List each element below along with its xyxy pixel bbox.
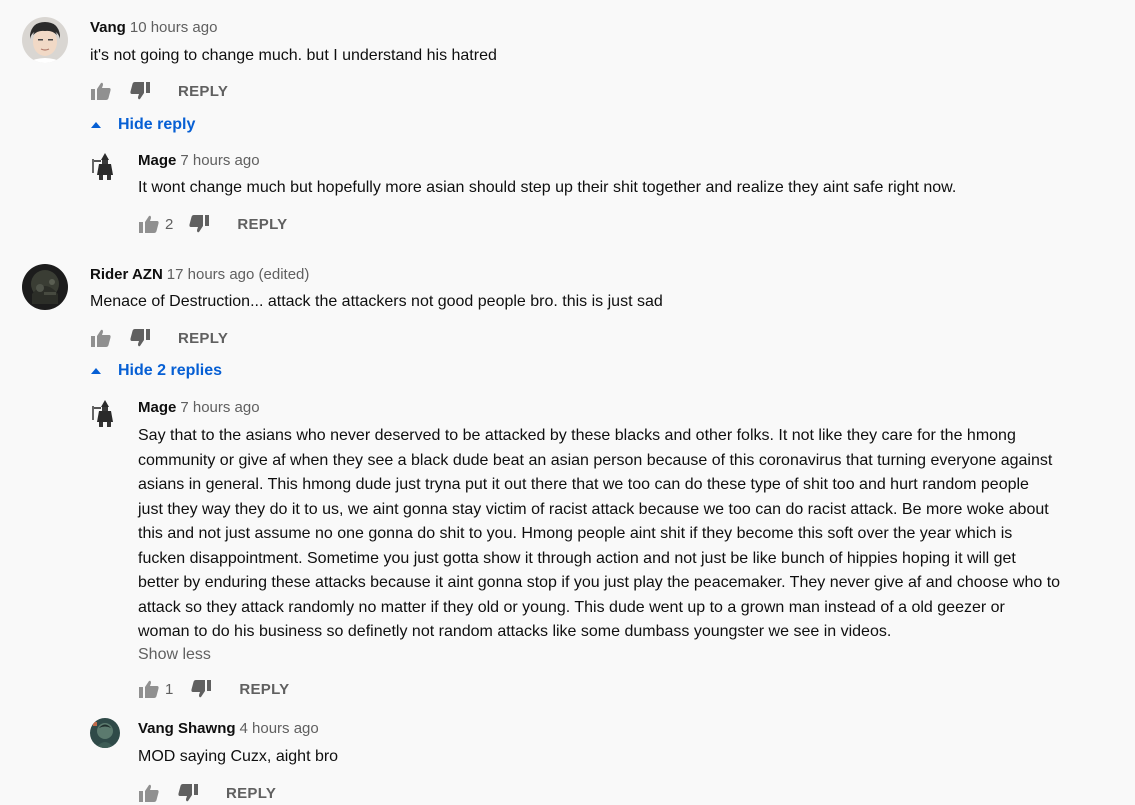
avatar[interactable] xyxy=(90,151,120,181)
show-less-link[interactable]: Show less xyxy=(138,646,211,664)
hide-replies-button[interactable]: Hide 2 replies xyxy=(88,362,222,380)
comment-text: It wont change much but hopefully more a… xyxy=(138,179,957,196)
comment-text: Say that to the asians who never deserve… xyxy=(138,424,1128,645)
comment-text-line: better by enduring these attacks because… xyxy=(138,574,1061,591)
comment-header: Mage 7 hours ago xyxy=(138,152,260,169)
comment-actions: 1 REPLY xyxy=(137,677,289,701)
like-icon[interactable] xyxy=(89,79,113,103)
dislike-icon[interactable] xyxy=(189,677,213,701)
like-icon[interactable] xyxy=(137,212,161,236)
like-icon[interactable] xyxy=(89,326,113,350)
dislike-icon[interactable] xyxy=(187,212,211,236)
dislike-icon[interactable] xyxy=(128,79,152,103)
comment-actions: REPLY xyxy=(89,79,228,103)
like-icon[interactable] xyxy=(137,781,161,805)
comment-thread: Vang 10 hours ago it's not going to chang… xyxy=(0,0,1135,802)
comment-text-line: community or give af when they see a bla… xyxy=(138,451,1053,469)
comment-timestamp[interactable]: 4 hours ago xyxy=(240,720,319,737)
comment-text-line: asians in general. This hmong dude just … xyxy=(138,476,1029,493)
hide-replies-button[interactable]: Hide reply xyxy=(88,116,195,134)
avatar[interactable] xyxy=(90,718,120,748)
comment-timestamp[interactable]: 17 hours ago (edited) xyxy=(167,266,310,283)
avatar[interactable] xyxy=(90,398,120,428)
like-count: 1 xyxy=(165,680,174,698)
comment-text-line: this and not just assume no one gonna do… xyxy=(138,525,1013,542)
reply-button[interactable]: REPLY xyxy=(239,681,289,698)
comment-text: Menace of Destruction... attack the atta… xyxy=(90,293,663,310)
avatar[interactable] xyxy=(22,264,68,310)
reply-button[interactable]: REPLY xyxy=(226,785,276,802)
author-name[interactable]: Rider AZN xyxy=(90,266,163,283)
caret-up-icon xyxy=(91,368,101,374)
comment-text: it's not going to change much. but I und… xyxy=(90,47,497,64)
toggle-label: Hide 2 replies xyxy=(118,362,223,379)
comment-text-line: Say that to the asians who never deserve… xyxy=(138,427,1016,444)
comment-header: Vang 10 hours ago xyxy=(90,19,217,36)
author-name[interactable]: Vang xyxy=(90,19,126,36)
reply-button[interactable]: REPLY xyxy=(237,216,287,233)
author-name[interactable]: Mage xyxy=(138,152,176,169)
comment-timestamp[interactable]: 10 hours ago xyxy=(130,19,218,36)
comment-actions: REPLY xyxy=(137,781,276,805)
comment-text-line: just they way they do it to us, we aint … xyxy=(138,500,1049,518)
comment-actions: 2 REPLY xyxy=(137,212,287,236)
author-name[interactable]: Vang Shawng xyxy=(138,720,236,737)
author-name[interactable]: Mage xyxy=(138,399,176,416)
reply-button[interactable]: REPLY xyxy=(178,330,228,347)
comment-header: Mage 7 hours ago xyxy=(138,399,260,416)
reply-button[interactable]: REPLY xyxy=(178,83,228,100)
comment-text: MOD saying Cuzx, aight bro xyxy=(138,748,339,765)
comment-timestamp[interactable]: 7 hours ago xyxy=(180,152,259,169)
toggle-label: Hide reply xyxy=(118,116,196,133)
comment-actions: REPLY xyxy=(89,326,228,350)
avatar[interactable] xyxy=(22,17,68,63)
comment-text-line: attack so they attack randomly no matter… xyxy=(138,598,1005,616)
comment-header: Rider AZN 17 hours ago (edited) xyxy=(90,266,309,283)
dislike-icon[interactable] xyxy=(128,326,152,350)
comment-timestamp[interactable]: 7 hours ago xyxy=(180,399,259,416)
comment-text-line: woman to do his business so definetly no… xyxy=(138,623,892,640)
caret-up-icon xyxy=(91,122,101,128)
comment-text-line: fucken disappointment. Sometime you just… xyxy=(138,549,1016,567)
comment-header: Vang Shawng 4 hours ago xyxy=(138,720,319,737)
like-icon[interactable] xyxy=(137,677,161,701)
dislike-icon[interactable] xyxy=(176,781,200,805)
like-count: 2 xyxy=(165,215,174,233)
